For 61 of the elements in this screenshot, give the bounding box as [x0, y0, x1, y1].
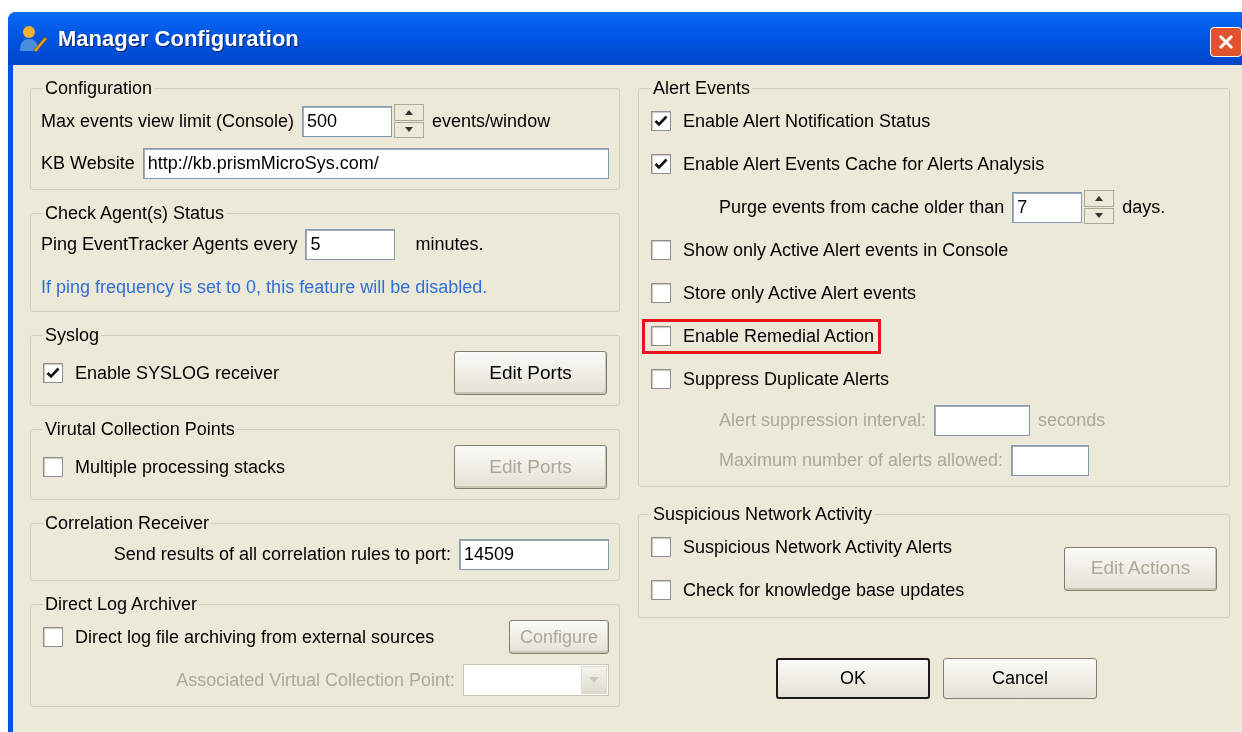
field-label: Purge events from cache older than — [719, 195, 1005, 219]
push-button[interactable]: Cancel — [943, 658, 1097, 699]
checkbox[interactable] — [651, 369, 671, 389]
checkbox-label[interactable]: Store only Active Alert events — [683, 279, 917, 307]
field-label: Associated Virtual Collection Point: — [176, 668, 455, 692]
checkbox-label[interactable]: Direct log file archiving from external sources — [75, 623, 435, 651]
group-title: Syslog — [44, 324, 101, 347]
close-icon — [1217, 33, 1235, 51]
checkbox[interactable] — [651, 283, 671, 303]
group-title: Alert Events — [652, 77, 752, 100]
checkbox[interactable] — [43, 363, 63, 383]
check-icon — [654, 115, 668, 127]
checkbox-label[interactable]: Suspicious Network Activity Alerts — [683, 533, 953, 561]
check-icon — [654, 158, 668, 170]
field-label: Send results of all correlation rules to port: — [113, 543, 451, 566]
field-label: days. — [1122, 195, 1166, 219]
field-label: minutes. — [415, 233, 484, 256]
spin-buttons[interactable] — [394, 104, 425, 138]
checkbox-label[interactable]: Suppress Duplicate Alerts — [683, 365, 890, 393]
input-field[interactable]: 7 — [1012, 191, 1083, 223]
checkbox[interactable] — [651, 154, 671, 174]
checkbox-label[interactable]: Check for knowledge base updates — [683, 576, 965, 604]
checkbox-label[interactable]: Show only Active Alert events in Console — [683, 236, 1009, 264]
input-field[interactable]: 500 — [302, 105, 393, 137]
checkbox-label[interactable]: Enable Remedial Action — [683, 322, 875, 350]
push-button[interactable]: OK — [776, 658, 930, 699]
field-label: KB Website — [41, 152, 135, 175]
checkbox[interactable] — [651, 240, 671, 260]
checkbox[interactable] — [651, 580, 671, 600]
checkbox-label[interactable]: Enable SYSLOG receiver — [75, 359, 280, 387]
person-pencil-icon — [18, 23, 48, 54]
checkbox-label[interactable]: Multiple processing stacks — [75, 453, 286, 481]
window-title: Manager Configuration — [58, 25, 299, 53]
checkbox-label[interactable]: Enable Alert Events Cache for Alerts Analysis — [683, 150, 1045, 178]
check-icon — [46, 367, 60, 379]
group-title: Suspicious Network Activity — [652, 503, 874, 526]
checkbox[interactable] — [651, 326, 671, 346]
checkbox[interactable] — [651, 111, 671, 131]
field-label: Alert suppression interval: — [719, 409, 927, 432]
info-note: If ping frequency is set to 0, this feature will be disabled. — [41, 277, 488, 297]
input-field[interactable]: 14509 — [459, 539, 609, 570]
dropdown-arrow-icon — [589, 677, 599, 683]
group-title: Configuration — [44, 77, 154, 100]
group-title: Direct Log Archiver — [44, 593, 199, 616]
field-label: Ping EventTracker Agents every — [41, 233, 298, 256]
spin-buttons[interactable] — [1084, 190, 1115, 224]
field-label: seconds — [1038, 409, 1106, 432]
close-button[interactable] — [1210, 27, 1242, 57]
input-field[interactable]: http://kb.prismMicroSys.com/ — [142, 148, 609, 179]
push-button[interactable]: Edit Ports — [454, 351, 607, 395]
field-label: Max events view limit (Console) — [41, 109, 295, 133]
input-field[interactable]: 5 — [305, 229, 396, 260]
checkbox[interactable] — [651, 537, 671, 557]
field-label: Maximum number of alerts allowed: — [719, 449, 1004, 472]
checkbox[interactable] — [43, 457, 63, 477]
group-title: Check Agent(s) Status — [44, 202, 226, 225]
group-title: Correlation Receiver — [44, 512, 211, 535]
field-label: events/window — [432, 109, 551, 133]
checkbox[interactable] — [43, 627, 63, 647]
checkbox-label[interactable]: Enable Alert Notification Status — [683, 107, 931, 135]
group-title: Virutal Collection Points — [44, 418, 236, 441]
